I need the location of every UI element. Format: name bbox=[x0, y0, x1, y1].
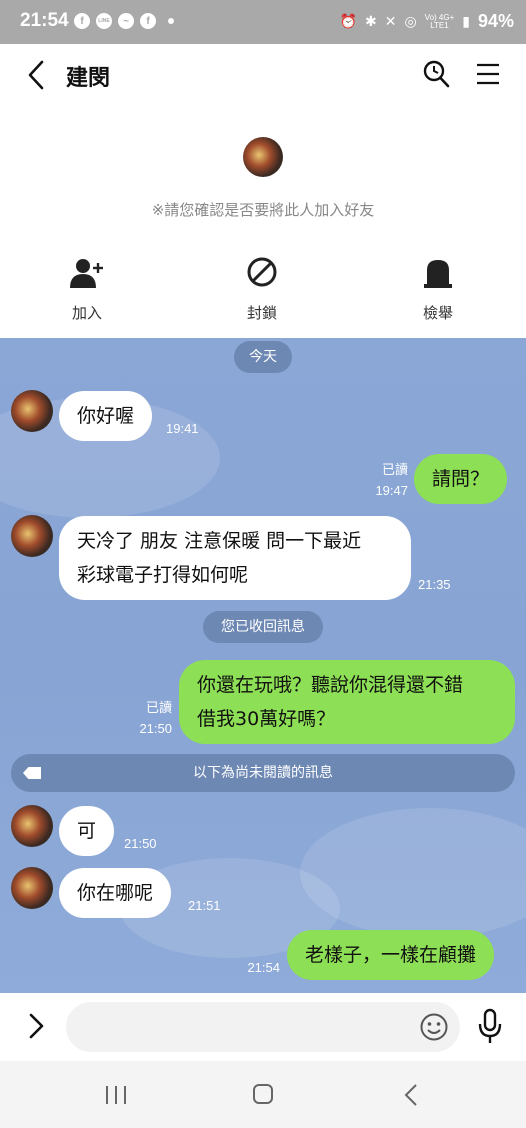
message-bubble[interactable]: 你還在玩哦？聽說你混得還不錯 借我30萬好嗎？ bbox=[179, 660, 515, 744]
system-back-icon bbox=[404, 1084, 417, 1106]
status-app-icons: f LINE ~ f bbox=[74, 13, 174, 29]
block-button[interactable]: 封鎖 bbox=[212, 254, 312, 323]
system-nav-bar bbox=[0, 1061, 526, 1128]
network-type: Vo) 4G+ LTE1 bbox=[424, 12, 455, 30]
message-bubble[interactable]: 天冷了 朋友 注意保暖 問一下最近 彩球電子打得如何呢 bbox=[59, 516, 411, 600]
status-time: 21:54 bbox=[20, 10, 69, 31]
date-separator: 今天 bbox=[234, 341, 292, 373]
chat-title: 建閔 bbox=[66, 66, 111, 91]
back-button[interactable] bbox=[24, 58, 54, 92]
battery-level: 94% bbox=[477, 11, 514, 31]
profile-actions: 加入 封鎖 檢舉 bbox=[0, 254, 526, 324]
expand-icon bbox=[29, 1013, 44, 1039]
mic-icon bbox=[478, 1008, 502, 1043]
unread-divider-label: 以下為尚未閱讀的訊息 bbox=[193, 765, 333, 781]
message-time: 21:35 bbox=[418, 577, 451, 592]
message-time: 21:54 bbox=[247, 960, 280, 975]
message-input-bar bbox=[0, 993, 526, 1061]
sender-avatar[interactable] bbox=[11, 805, 53, 847]
expand-button[interactable] bbox=[24, 1009, 48, 1043]
message-input[interactable] bbox=[66, 1002, 460, 1052]
sender-avatar[interactable] bbox=[11, 390, 53, 432]
facebook-icon: f bbox=[74, 13, 90, 29]
system-back-button[interactable] bbox=[402, 1083, 420, 1107]
add-friend-icon bbox=[70, 259, 103, 288]
message-line: 天冷了 朋友 注意保暖 問一下最近 bbox=[77, 530, 362, 552]
hotspot-icon: ◎ bbox=[404, 13, 417, 29]
message-line: 借我30萬好嗎？ bbox=[197, 708, 336, 730]
report-icon bbox=[424, 260, 452, 288]
report-label: 檢舉 bbox=[422, 304, 453, 322]
recent-apps-button[interactable] bbox=[104, 1085, 128, 1105]
emoji-button[interactable] bbox=[419, 1012, 449, 1042]
report-button[interactable]: 檢舉 bbox=[388, 254, 488, 323]
add-friend-button[interactable]: 加入 bbox=[37, 254, 137, 323]
profile-avatar[interactable] bbox=[243, 137, 283, 177]
signal-icon: ▮ bbox=[462, 13, 470, 29]
mute-icon: ✕ bbox=[384, 13, 397, 29]
message-bubble[interactable]: 你在哪呢 bbox=[59, 868, 172, 918]
status-indicators: ⏰ ✱ ✕ ◎ Vo) 4G+ LTE1 ▮ 94% bbox=[340, 11, 514, 32]
message-time: 21:50 bbox=[139, 721, 172, 736]
profile-section: ※請您確認是否要將此人加入好友 加入 封鎖 檢舉 bbox=[0, 106, 526, 338]
search-button[interactable] bbox=[421, 58, 451, 90]
unread-divider: 以下為尚未閱讀的訊息 bbox=[11, 754, 515, 792]
chat-header: 建閔 bbox=[0, 44, 526, 106]
line-icon: LINE bbox=[96, 13, 112, 29]
voice-button[interactable] bbox=[477, 1007, 503, 1045]
emoji-icon bbox=[420, 1013, 448, 1041]
message-bubble[interactable]: 請問？ bbox=[414, 454, 508, 504]
message-bubble[interactable]: 你好喔 bbox=[59, 391, 153, 441]
recent-apps-icon bbox=[106, 1086, 126, 1104]
sender-avatar[interactable] bbox=[11, 515, 53, 557]
notification-dot-icon bbox=[168, 18, 174, 24]
menu-icon bbox=[477, 63, 499, 85]
add-friend-label: 加入 bbox=[71, 304, 102, 322]
message-time: 19:41 bbox=[166, 421, 199, 436]
home-button[interactable] bbox=[252, 1083, 274, 1105]
search-icon bbox=[423, 60, 450, 88]
message-line: 你還在玩哦？聽說你混得還不錯 bbox=[197, 674, 464, 696]
status-bar: 21:54 f LINE ~ f ⏰ ✱ ✕ ◎ Vo) 4G+ LTE1 ▮ … bbox=[0, 0, 526, 44]
facebook-icon: f bbox=[140, 13, 156, 29]
block-icon bbox=[247, 257, 277, 287]
bluetooth-icon: ✱ bbox=[364, 13, 377, 29]
menu-button[interactable] bbox=[474, 60, 502, 88]
home-icon bbox=[253, 1084, 273, 1104]
add-friend-notice: ※請您確認是否要將此人加入好友 bbox=[151, 201, 375, 219]
back-arrow-icon bbox=[28, 60, 44, 90]
message-line: 彩球電子打得如何呢 bbox=[77, 564, 249, 586]
message-time: 21:51 bbox=[188, 898, 221, 913]
message-time: 21:50 bbox=[124, 836, 157, 851]
alarm-icon: ⏰ bbox=[339, 13, 357, 29]
messenger-icon: ~ bbox=[118, 13, 134, 29]
read-receipt: 已讀 bbox=[381, 462, 408, 477]
chat-area[interactable]: 今天 你好喔 19:41 已讀 19:47 請問？ 天冷了 朋友 注意保暖 問一… bbox=[0, 338, 526, 993]
message-bubble[interactable]: 可 bbox=[59, 806, 115, 856]
block-label: 封鎖 bbox=[246, 304, 277, 322]
message-time: 19:47 bbox=[375, 483, 408, 498]
unsent-notice: 您已收回訊息 bbox=[203, 611, 323, 643]
sender-avatar[interactable] bbox=[11, 867, 53, 909]
tag-icon bbox=[23, 767, 41, 779]
message-bubble[interactable]: 老樣子，一樣在顧攤 bbox=[287, 930, 495, 980]
read-receipt: 已讀 bbox=[145, 700, 172, 715]
